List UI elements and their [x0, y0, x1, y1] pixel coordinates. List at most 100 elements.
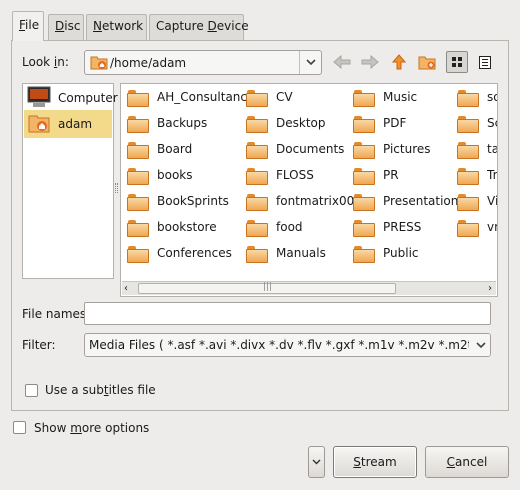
more-options-label[interactable]: Show more options [34, 421, 149, 435]
file-item[interactable]: Manuals [246, 243, 326, 263]
place-adam[interactable]: adam [24, 110, 112, 138]
file-item-label: Manuals [276, 246, 326, 260]
file-item[interactable]: books [127, 165, 193, 185]
file-item-label: PRESS [383, 220, 422, 234]
file-item[interactable]: Public [353, 243, 419, 263]
file-item[interactable]: Pictures [353, 139, 431, 159]
folder-icon [127, 219, 149, 237]
tab-capture-device[interactable]: Capture Device [149, 14, 249, 40]
filter-label: Filter: [22, 338, 56, 352]
tab-file[interactable]: File [12, 11, 44, 41]
file-item[interactable]: food [246, 217, 303, 237]
file-item[interactable]: Conferences [127, 243, 232, 263]
folder-icon [353, 89, 375, 107]
place-adam-label: adam [58, 117, 93, 131]
file-item[interactable]: bookstore [127, 217, 217, 237]
tab-disc-label: isc [64, 19, 81, 33]
back-arrow-icon[interactable] [331, 51, 353, 73]
new-folder-icon[interactable] [416, 51, 438, 73]
file-item[interactable]: Board [127, 139, 192, 159]
place-computer[interactable]: Computer [24, 84, 118, 112]
icon-view-button[interactable] [446, 51, 468, 73]
file-item[interactable]: Desktop [246, 113, 326, 133]
folder-icon [457, 219, 479, 237]
file-item-label: PDF [383, 116, 407, 130]
file-item-label: Public [383, 246, 419, 260]
file-item[interactable]: PR [353, 165, 399, 185]
tab-capture-label-pre: Capture [156, 19, 208, 33]
file-view: AH_Consultancy Backups Board books BookSprin… [120, 83, 498, 297]
file-names-label: File names: [22, 307, 91, 321]
look-in-combo[interactable]: /home/adam [84, 50, 322, 75]
pane-resize-handle[interactable] [115, 183, 118, 193]
folder-icon [127, 193, 149, 211]
file-item[interactable]: PDF [353, 113, 406, 133]
file-item[interactable]: fontmatrix002 [246, 191, 362, 211]
folder-icon [246, 115, 268, 133]
scroll-right-icon[interactable]: › [488, 283, 492, 294]
up-arrow-icon[interactable] [388, 51, 410, 73]
stream-label: tream [360, 455, 397, 469]
folder-icon [457, 167, 479, 185]
file-item-label: Board [157, 142, 193, 156]
file-item[interactable]: Presentations [353, 191, 465, 211]
folder-icon [127, 115, 149, 133]
tab-network-mnemonic: N [93, 19, 102, 33]
detail-view-button[interactable] [474, 51, 496, 73]
folder-icon [246, 141, 268, 159]
file-item-label: fontmatrix002 [276, 194, 362, 208]
file-item-label: tax [487, 142, 497, 156]
file-item-label: Presentations [383, 194, 465, 208]
more-options-checkbox[interactable] [13, 421, 26, 434]
subtitles-label-post: itles file [108, 383, 156, 397]
file-names-input[interactable] [84, 302, 491, 325]
folder-icon [353, 245, 375, 263]
file-item-label: bookstore [157, 220, 217, 234]
filter-combo[interactable]: Media Files ( *.asf *.avi *.divx *.dv *.… [84, 333, 491, 357]
stream-button[interactable]: Stream [333, 446, 417, 478]
file-item[interactable]: AH_Consultancy [127, 87, 254, 107]
subtitles-label[interactable]: Use a subtitles file [45, 383, 156, 397]
file-item-label: food [276, 220, 303, 234]
tab-network[interactable]: Network [86, 14, 147, 40]
tab-disc[interactable]: Disc [48, 14, 84, 40]
file-item[interactable]: tax [457, 139, 497, 159]
file-item-label: Pictures [383, 142, 431, 156]
file-item[interactable]: FLOSS [246, 165, 314, 185]
folder-icon [127, 167, 149, 185]
file-item-label: so [487, 90, 497, 104]
file-item[interactable]: Backups [127, 113, 207, 133]
file-item[interactable]: Tr [457, 165, 497, 185]
folder-icon [353, 193, 375, 211]
subtitles-checkbox[interactable] [25, 384, 38, 397]
chevron-down-icon[interactable] [472, 334, 490, 356]
file-item-label: FLOSS [276, 168, 314, 182]
file-item-label: Backups [157, 116, 208, 130]
cancel-button[interactable]: Cancel [425, 446, 509, 478]
scrollbar-thumb[interactable]: ||| [138, 282, 396, 294]
file-item[interactable]: so [457, 87, 497, 107]
folder-icon [127, 141, 149, 159]
file-item[interactable]: Vi [457, 191, 498, 211]
file-item-label: BookSprints [157, 194, 229, 208]
folder-icon [246, 89, 268, 107]
file-item-label: AH_Consultancy [157, 90, 255, 104]
chevron-down-icon[interactable] [299, 51, 321, 74]
file-item[interactable]: BookSprints [127, 191, 229, 211]
file-item[interactable]: Documents [246, 139, 344, 159]
folder-icon [353, 141, 375, 159]
chevron-down-icon [312, 459, 321, 465]
file-item[interactable]: Sc [457, 113, 497, 133]
folder-icon [457, 115, 479, 133]
file-item-label: Vi [487, 194, 498, 208]
stream-options-dropdown[interactable] [308, 446, 325, 478]
file-item[interactable]: CV [246, 87, 293, 107]
folder-icon [457, 193, 479, 211]
file-item[interactable]: PRESS [353, 217, 421, 237]
place-computer-label: Computer [58, 91, 118, 105]
file-item[interactable]: Music [353, 87, 417, 107]
forward-arrow-icon[interactable] [359, 51, 381, 73]
scroll-left-icon[interactable]: ‹ [124, 283, 128, 294]
horizontal-scrollbar[interactable]: ‹ ||| › [122, 281, 496, 295]
file-item[interactable]: vm [457, 217, 497, 237]
